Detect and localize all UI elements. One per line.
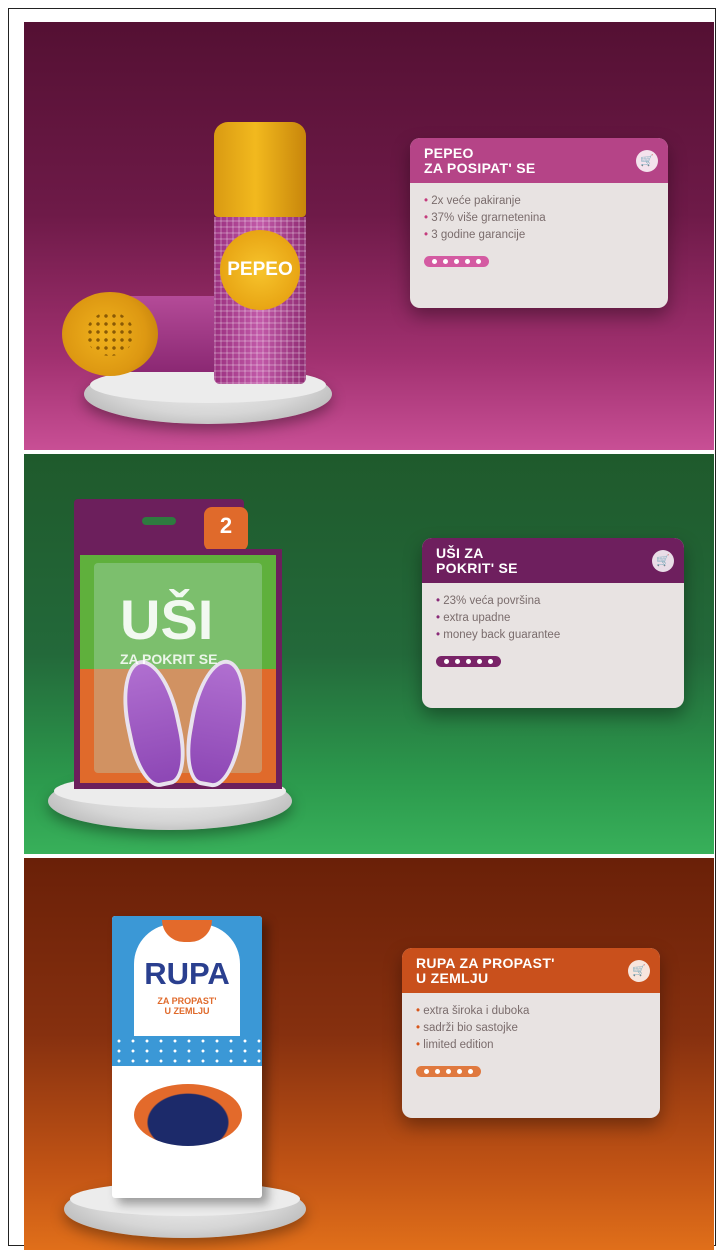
shopping-cart-icon[interactable]: 🛒	[652, 550, 674, 572]
shopping-cart-icon[interactable]: 🛒	[628, 960, 650, 982]
product-card-usi[interactable]: UŠI ZA POKRIT' SE 🛒 23% veća površina ex…	[422, 538, 684, 708]
feature-item: 23% veća površina	[436, 593, 670, 610]
rating-dots[interactable]	[436, 656, 501, 667]
product-card-rupa[interactable]: RUPA ZA PROPAST' U ZEMLJU 🛒 extra široka…	[402, 948, 660, 1118]
package-logo: PEPEO	[220, 230, 300, 310]
product-panel-rupa: RUPA ZA PROPAST' U ZEMLJU RUPA ZA PROPAS…	[24, 858, 714, 1250]
card-title-line2: ZA POSIPAT' SE	[424, 160, 536, 176]
feature-item: 2x veće pakiranje	[424, 193, 654, 210]
shaker-cap	[62, 292, 158, 376]
lying-can	[62, 292, 222, 376]
product-card-pepeo[interactable]: PEPEO ZA POSIPAT' SE 🛒 2x veće pakiranje…	[410, 138, 668, 308]
card-title-line1: PEPEO	[424, 145, 474, 161]
shopping-cart-icon[interactable]: 🛒	[636, 150, 658, 172]
rating-dots[interactable]	[424, 256, 489, 267]
product-panel-usi: 2 UŠI ZA POKRIT SE UŠI ZA POKRIT' SE 🛒 2…	[24, 454, 714, 854]
rupa-package: RUPA ZA PROPAST' U ZEMLJU	[112, 916, 262, 1198]
feature-item: money back guarantee	[436, 627, 670, 644]
feature-item: 37% više grarnetenina	[424, 210, 654, 227]
feature-item: limited edition	[416, 1037, 646, 1054]
standing-can: PEPEO	[214, 122, 306, 384]
package-subtitle: ZA POKRIT SE	[120, 651, 218, 667]
card-title-line1: RUPA ZA PROPAST'	[416, 955, 555, 971]
card-title-line2: POKRIT' SE	[436, 560, 518, 576]
feature-item: extra široka i duboka	[416, 1003, 646, 1020]
feature-item: 3 godine garancije	[424, 227, 654, 244]
card-title-line1: UŠI ZA	[436, 545, 484, 561]
package-logo: UŠI	[120, 588, 214, 651]
feature-item: sadrži bio sastojke	[416, 1020, 646, 1037]
package-logo: RUPA	[144, 956, 230, 991]
package-count-badge: 2	[204, 507, 248, 551]
rating-dots[interactable]	[416, 1066, 481, 1077]
product-panel-pepeo: PEPEO PEPEO ZA POSIPAT' SE 🛒 2x veće pak…	[24, 22, 714, 450]
usi-package: 2 UŠI ZA POKRIT SE	[74, 499, 282, 792]
feature-item: extra upadne	[436, 610, 670, 627]
hole-graphic	[134, 1084, 242, 1146]
card-title-line2: U ZEMLJU	[416, 970, 489, 986]
package-subtitle: ZA PROPAST' U ZEMLJU	[157, 996, 217, 1016]
